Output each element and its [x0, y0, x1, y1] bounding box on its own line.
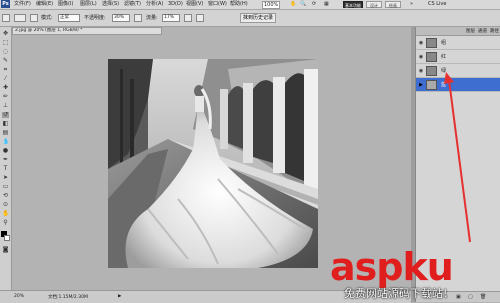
watermark-logo: aspku: [330, 245, 454, 289]
tab-channels[interactable]: 通道: [478, 28, 487, 34]
airbrush-icon[interactable]: [184, 14, 192, 22]
mode-select[interactable]: 正常: [58, 14, 80, 22]
menu-image[interactable]: 图像(I): [58, 1, 73, 7]
channel-thumbnail: [426, 80, 437, 90]
lasso-tool-icon[interactable]: ◌: [2, 49, 9, 55]
menu-help[interactable]: 帮助(H): [230, 1, 248, 7]
visibility-eye-icon[interactable]: ◉: [418, 54, 424, 60]
flow-label: 流量:: [146, 15, 158, 21]
channel-thumbnail: [426, 52, 437, 62]
channel-row-composite[interactable]: ◉ 组: [416, 36, 500, 50]
gradient-tool-icon[interactable]: ▤: [2, 130, 9, 136]
menu-3d[interactable]: 3D(D): [168, 1, 183, 7]
menu-analysis[interactable]: 分析(A): [146, 1, 163, 7]
zoom-tool-icon[interactable]: 🔍: [300, 1, 306, 7]
annotation-arrow: [444, 72, 471, 243]
brush-panel-icon[interactable]: [30, 14, 38, 22]
tab-paths[interactable]: 路径: [490, 28, 499, 34]
visibility-eye-icon[interactable]: ◉: [418, 68, 424, 74]
channel-thumbnail: [426, 38, 437, 48]
shape-tool-icon[interactable]: ▭: [2, 184, 9, 190]
document-tab[interactable]: 2.jpg @ 20% (图层 1, RGB/8) *: [12, 27, 162, 35]
erase-to-history-checkbox[interactable]: 抹到历史记录: [240, 13, 277, 23]
tools-panel: ✥ ⬚ ◌ ✎ ⌗ ⁄ ✚ ✏ ⊥ ↺ ◧ ▤ 💧 ● ✒ T ➤ ▭ ⟲ ⊙ …: [0, 27, 12, 294]
tab-layers[interactable]: 图层: [466, 28, 475, 34]
crop-tool-icon[interactable]: ⌗: [2, 67, 9, 73]
workspace-painting-button[interactable]: 绘画: [385, 1, 401, 8]
channel-name: 组: [441, 40, 447, 46]
workspace-essentials-button[interactable]: 基本功能: [343, 1, 363, 8]
menu-window[interactable]: 窗口(W): [208, 1, 227, 7]
status-zoom[interactable]: 20%: [14, 294, 24, 299]
eyedropper-tool-icon[interactable]: ⁄: [2, 76, 9, 82]
quick-mask-icon[interactable]: ◙: [2, 247, 9, 253]
move-tool-icon[interactable]: ✥: [2, 31, 9, 37]
photoshop-logo: Ps: [1, 0, 10, 8]
blur-tool-icon[interactable]: 💧: [2, 139, 9, 145]
3d-rotate-tool-icon[interactable]: ⟲: [2, 193, 9, 199]
hand-tool-icon[interactable]: ✋: [290, 1, 296, 7]
type-tool-icon[interactable]: T: [2, 166, 9, 172]
menu-select[interactable]: 选择(S): [102, 1, 119, 7]
visibility-eye-icon[interactable]: ▶: [418, 82, 424, 88]
background-color-swatch[interactable]: [4, 235, 10, 241]
status-doc-size: 文档:1.15M/2.30M: [48, 295, 88, 300]
cs-live-button[interactable]: CS Live: [428, 1, 446, 7]
status-arrow-icon[interactable]: ▶: [118, 294, 121, 299]
menu-edit[interactable]: 编辑(E): [36, 1, 53, 7]
zoom-tool-panel-icon[interactable]: ⚲: [2, 220, 9, 226]
pressure-size-icon[interactable]: [196, 14, 204, 22]
zoom-level[interactable]: 100%: [262, 1, 281, 9]
quick-select-tool-icon[interactable]: ✎: [2, 58, 9, 64]
opacity-label: 不透明度:: [84, 15, 106, 21]
channel-name: 红: [441, 54, 447, 60]
visibility-eye-icon[interactable]: ◉: [418, 40, 424, 46]
brush-size-picker[interactable]: [14, 14, 26, 22]
brush-tool-icon[interactable]: ✏: [2, 94, 9, 100]
path-select-tool-icon[interactable]: ➤: [2, 175, 9, 181]
pressure-opacity-icon[interactable]: [134, 14, 142, 22]
document-image[interactable]: [108, 59, 318, 268]
3d-orbit-tool-icon[interactable]: ⊙: [2, 202, 9, 208]
pen-tool-icon[interactable]: ✒: [2, 157, 9, 163]
tool-preset-icon[interactable]: [2, 14, 10, 22]
clone-stamp-tool-icon[interactable]: ⊥: [2, 103, 9, 109]
flow-field[interactable]: 17%: [162, 14, 180, 22]
healing-brush-tool-icon[interactable]: ✚: [2, 85, 9, 91]
menu-view[interactable]: 视图(V): [186, 1, 203, 7]
dodge-tool-icon[interactable]: ●: [2, 148, 9, 154]
layers-panel-tabs: 图层 通道 路径: [416, 27, 500, 36]
rotate-view-icon[interactable]: ⟳: [312, 1, 316, 7]
options-bar: 模式: 正常 不透明度: 30% 流量: 17% 抹到历史记录: [0, 10, 500, 27]
channel-thumbnail: [426, 66, 437, 76]
eraser-tool-icon[interactable]: ◧: [2, 121, 9, 127]
watermark: aspku 免费网站源码下载站!: [330, 246, 500, 302]
workspace-more-icon[interactable]: »: [410, 1, 413, 7]
mode-label: 模式:: [41, 15, 53, 21]
history-brush-tool-icon[interactable]: ↺: [2, 112, 9, 118]
opacity-field[interactable]: 30%: [112, 14, 130, 22]
hand-tool-panel-icon[interactable]: ✋: [2, 211, 9, 217]
arrange-documents-icon[interactable]: ▦: [324, 1, 329, 7]
channel-row-red[interactable]: ◉ 红: [416, 50, 500, 64]
workspace-design-button[interactable]: 设计: [366, 1, 382, 8]
menu-filter[interactable]: 滤镜(T): [124, 1, 141, 7]
marquee-tool-icon[interactable]: ⬚: [2, 40, 9, 46]
menu-file[interactable]: 文件(F): [14, 1, 31, 7]
watermark-tagline: 免费网站源码下载站!: [344, 287, 448, 300]
menubar: Ps 文件(F) 编辑(E) 图像(I) 图层(L) 选择(S) 滤镜(T) 分…: [0, 0, 500, 19]
menu-layer[interactable]: 图层(L): [80, 1, 97, 7]
